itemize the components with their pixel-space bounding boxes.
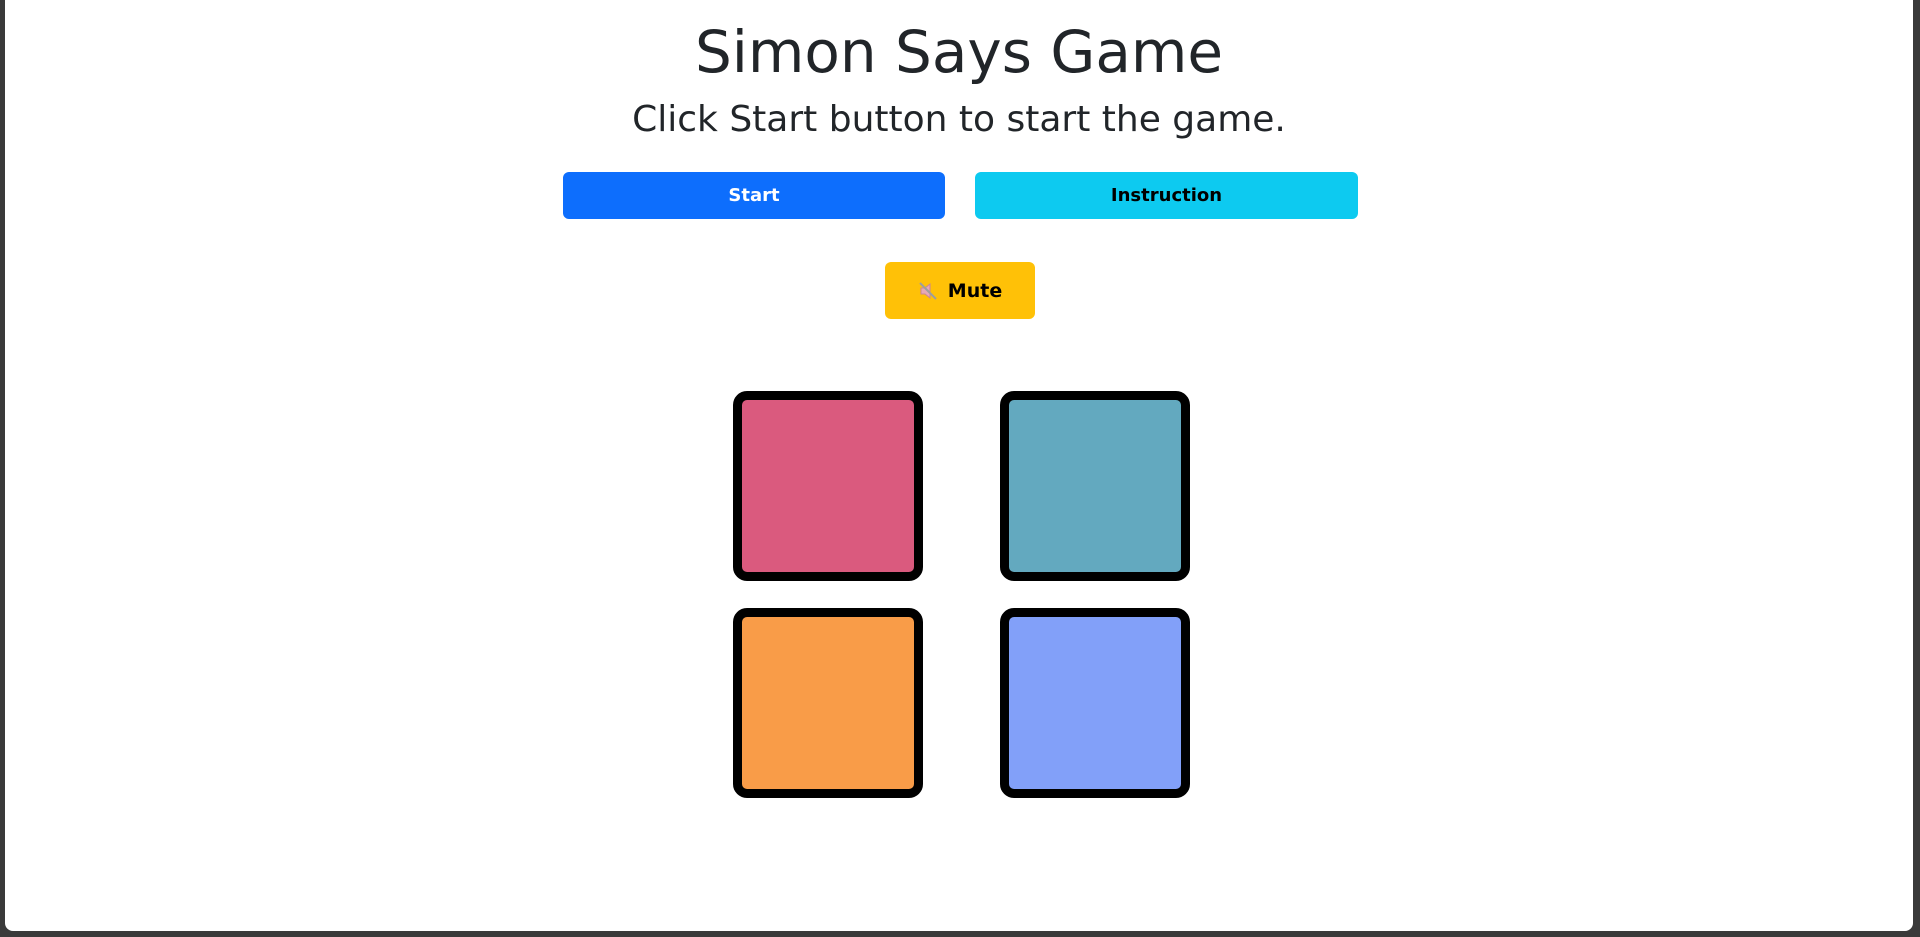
mute-button[interactable]: Mute [885,262,1035,319]
pad-orange[interactable] [733,608,923,798]
instruction-button-label: Instruction [1110,185,1223,206]
mute-button-label: Mute [947,279,1003,302]
instruction-button[interactable]: Instruction [975,172,1358,219]
start-button[interactable]: Start [563,172,945,219]
pad-teal[interactable] [1000,391,1190,581]
pad-red[interactable] [733,391,923,581]
start-button-label: Start [728,185,780,206]
pad-blue[interactable] [1000,608,1190,798]
game-status-text: Click Start button to start the game. [632,99,1286,140]
speaker-muted-icon [918,281,938,301]
page-title: Simon Says Game [694,18,1224,86]
game-page: Simon Says Game Click Start button to st… [5,0,1913,931]
